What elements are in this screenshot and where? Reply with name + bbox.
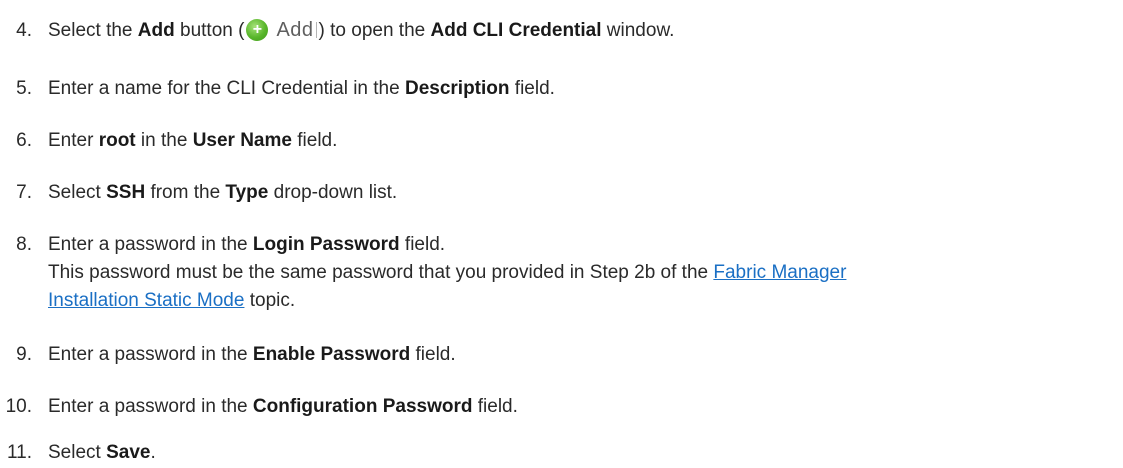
- step-9-field-name: Enable Password: [252, 344, 411, 365]
- step-6-value: root: [98, 130, 136, 151]
- step-6-field-name: User Name: [192, 130, 292, 151]
- step-9-text-c: field.: [410, 344, 456, 365]
- step-4-add-keyword: Add: [137, 20, 175, 42]
- step-number: 5.: [16, 78, 32, 99]
- step-4-text-f: window.: [601, 20, 675, 42]
- step-7-field-name: Type: [225, 182, 269, 203]
- step-number: 10.: [5, 396, 32, 417]
- step-11-text-c: .: [150, 442, 156, 463]
- step-9-text-a: Enter a password in the: [48, 344, 253, 365]
- step-8-note-end: topic.: [244, 290, 296, 311]
- step-4-text-a: Select the: [48, 20, 138, 42]
- step-6-text-a: Enter: [48, 130, 99, 151]
- installation-static-mode-link[interactable]: Installation Static Mode: [48, 290, 244, 311]
- step-text: Select Save.: [48, 440, 1113, 466]
- step-6-text-e: field.: [291, 130, 338, 151]
- plus-circle-icon: +: [246, 19, 269, 41]
- step-text: Enter root in the User Name field.: [48, 128, 1113, 154]
- step-number: 4.: [16, 20, 32, 41]
- step-4-text-c: button (: [174, 20, 245, 42]
- step-11-text-a: Select: [48, 442, 107, 463]
- fabric-manager-link[interactable]: Fabric Manager: [713, 262, 846, 283]
- step-text: Select SSH from the Type drop-down list.: [48, 180, 1113, 206]
- step-5-text-c: field.: [509, 78, 555, 99]
- step-10-text-c: field.: [472, 396, 518, 417]
- step-8-note-text: This password must be the same password …: [48, 262, 714, 283]
- step-8-field-name: Login Password: [252, 234, 400, 255]
- step-4-window-name: Add CLI Credential: [430, 20, 602, 42]
- step-number: 8.: [16, 234, 32, 255]
- step-text: Enter a name for the CLI Credential in t…: [48, 76, 1113, 102]
- add-button-divider: [315, 22, 317, 38]
- step-8-text-a: Enter a password in the: [48, 234, 253, 255]
- step-5-text-a: Enter a name for the CLI Credential in t…: [48, 78, 405, 99]
- step-text: Enter a password in the Login Password f…: [48, 232, 1113, 258]
- step-7-text-c: from the: [145, 182, 226, 203]
- step-7-text-e: drop-down list.: [268, 182, 398, 203]
- step-number: 11.: [6, 442, 32, 463]
- add-button-image: + Add: [246, 17, 317, 43]
- step-7-text-a: Select: [48, 182, 107, 203]
- step-text: Select the Add button (+ Add) to open the…: [48, 18, 1113, 44]
- step-11-save-keyword: Save: [106, 442, 151, 463]
- step-10-text-a: Enter a password in the: [48, 396, 253, 417]
- step-8-note-cont: Installation Static Mode topic.: [48, 288, 1113, 314]
- step-number: 7.: [16, 182, 32, 203]
- add-button-label: Add: [276, 19, 314, 41]
- step-8-text-c: field.: [399, 234, 446, 255]
- step-text: Enter a password in the Enable Password …: [48, 342, 1113, 368]
- step-number: 9.: [16, 344, 32, 365]
- step-number: 6.: [16, 130, 32, 151]
- step-text: Enter a password in the Configuration Pa…: [48, 394, 1113, 420]
- step-8-note: This password must be the same password …: [48, 260, 1113, 286]
- step-10-field-name: Configuration Password: [252, 396, 473, 417]
- step-4-text-d: ) to open the: [318, 20, 431, 42]
- step-5-field-name: Description: [404, 78, 510, 99]
- step-7-value: SSH: [106, 182, 146, 203]
- step-6-text-c: in the: [135, 130, 193, 151]
